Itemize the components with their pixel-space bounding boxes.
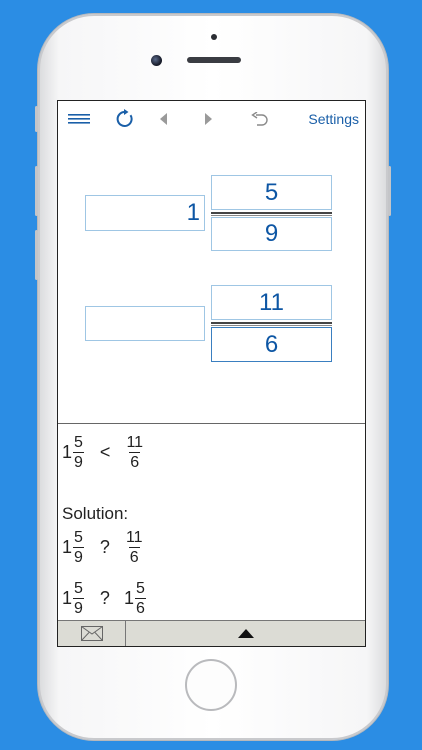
app-screen: Settings 1 5 9 11 6 1 5 9 < 11 6 Solutio… <box>57 100 366 647</box>
earpiece-speaker <box>187 57 241 63</box>
solution-step-2: 1 5 9 ? 1 5 6 <box>62 576 146 620</box>
result-lhs-numerator: 5 <box>74 433 83 451</box>
result-rhs-numerator: 11 <box>126 433 144 451</box>
step1-rhs-denominator: 6 <box>128 546 140 566</box>
result-lhs-fraction: 5 9 <box>73 433 84 472</box>
whole-input-1[interactable]: 1 <box>85 195 205 231</box>
results-panel: 1 5 9 < 11 6 Solution: 1 5 9 ? 11 6 1 5 … <box>58 424 365 621</box>
denominator-input-2[interactable]: 6 <box>211 327 332 362</box>
refresh-icon[interactable] <box>112 107 138 131</box>
result-rhs-denominator: 6 <box>129 451 141 471</box>
step2-lhs-numerator: 5 <box>74 579 83 597</box>
step1-rhs-fraction: 11 6 <box>125 528 144 567</box>
fraction-bar-2-shadow <box>211 325 332 326</box>
fraction-bar-1-shadow <box>211 215 332 216</box>
numerator-input-2[interactable]: 11 <box>211 285 332 320</box>
step1-lhs-denominator: 9 <box>73 546 84 566</box>
denominator-input-1[interactable]: 9 <box>211 217 332 251</box>
front-sensor <box>211 34 217 40</box>
fraction-bar-2 <box>211 322 332 324</box>
solution-step-1: 1 5 9 ? 11 6 <box>62 525 144 569</box>
menu-icon[interactable] <box>66 107 92 131</box>
comparison-result: 1 5 9 < 11 6 <box>62 430 144 474</box>
step1-lhs-whole: 1 <box>62 536 73 557</box>
step2-rhs-whole: 1 <box>123 587 134 608</box>
step2-lhs-denominator: 9 <box>73 597 84 617</box>
step1-lhs-fraction: 5 9 <box>73 528 84 567</box>
volume-down-button <box>35 230 38 280</box>
home-button[interactable] <box>185 659 237 711</box>
settings-button[interactable]: Settings <box>308 111 359 127</box>
result-lhs-whole: 1 <box>62 441 73 462</box>
step2-rhs-denominator: 6 <box>134 597 146 617</box>
toolbar: Settings <box>58 101 365 137</box>
result-rhs-fraction: 11 6 <box>125 433 144 472</box>
numerator-input-1[interactable]: 5 <box>211 175 332 210</box>
step2-operator: ? <box>99 587 110 608</box>
volume-up-button <box>35 166 38 216</box>
result-operator: < <box>99 441 111 462</box>
expand-button[interactable] <box>126 621 365 646</box>
mail-button[interactable] <box>58 621 126 646</box>
back-icon[interactable] <box>154 107 174 131</box>
mute-switch <box>35 106 38 132</box>
step1-lhs-numerator: 5 <box>74 528 83 546</box>
step2-rhs-fraction: 5 6 <box>134 579 146 618</box>
solution-label: Solution: <box>62 504 129 523</box>
step1-rhs-numerator: 11 <box>125 528 143 546</box>
step1-operator: ? <box>99 536 110 557</box>
undo-icon[interactable] <box>248 107 272 131</box>
bottom-bar <box>58 620 365 646</box>
envelope-icon <box>80 626 103 641</box>
step2-lhs-fraction: 5 9 <box>73 579 84 618</box>
fraction-bar-1 <box>211 212 332 214</box>
result-lhs-denominator: 9 <box>73 451 84 471</box>
step2-lhs-whole: 1 <box>62 587 73 608</box>
front-camera <box>151 55 162 66</box>
whole-input-2[interactable] <box>85 306 205 341</box>
triangle-up-icon <box>237 629 254 638</box>
forward-icon[interactable] <box>198 107 218 131</box>
power-button <box>388 166 391 216</box>
step2-rhs-numerator: 5 <box>135 579 145 597</box>
